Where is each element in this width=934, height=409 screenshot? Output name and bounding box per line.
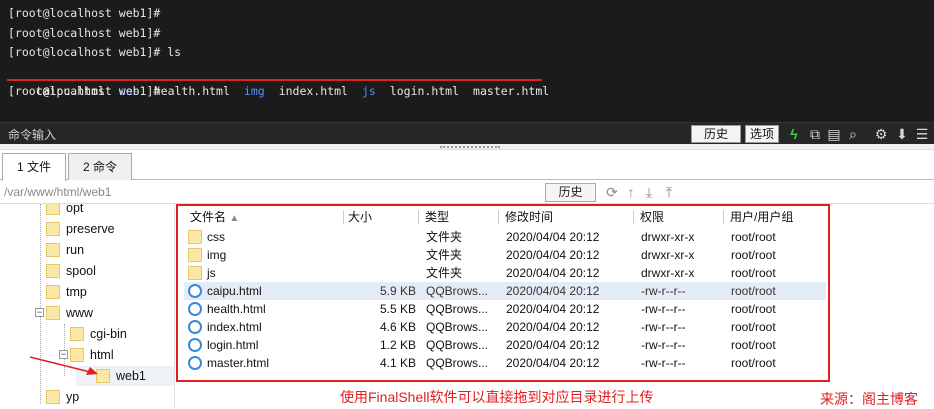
copy-icon[interactable]: ⧉ (806, 125, 824, 143)
tree-item-label: tmp (66, 285, 87, 299)
folder-icon (46, 390, 60, 404)
annotation-caption: 使用FinalShell软件可以直接拖到对应目录进行上传 (340, 389, 654, 405)
splitter-grip[interactable] (440, 144, 500, 148)
annotation-arrow (29, 356, 98, 375)
terminal-line: [root@localhost web1]# (8, 6, 161, 20)
tree-item-label: run (66, 243, 85, 257)
up-arrow-icon[interactable]: ↑ (622, 183, 640, 201)
terminal-line: [root@localhost web1]# ls (8, 45, 182, 59)
tree-item-label: cgi-bin (90, 327, 127, 341)
download-icon[interactable]: ⬇ (893, 125, 911, 143)
folder-icon (46, 285, 60, 299)
tree-item-cgi-bin[interactable]: cgi-bin (70, 324, 127, 344)
tree-item-spool[interactable]: spool (46, 261, 96, 281)
annotation-underline (7, 79, 542, 81)
tree-item-tmp[interactable]: tmp (46, 282, 87, 302)
terminal-output[interactable]: [root@localhost web1]# [root@localhost w… (0, 0, 934, 122)
collapse-toggle[interactable]: − (35, 308, 44, 317)
tree-item-label: spool (66, 264, 96, 278)
download-icon[interactable]: ⤓ (640, 183, 658, 201)
path-history-button[interactable]: 历史 (545, 183, 596, 202)
folder-icon (70, 327, 84, 341)
tree-item-www[interactable]: www (46, 303, 93, 323)
tree-item-label: web1 (116, 369, 146, 383)
ls-item: health.html (153, 84, 230, 98)
paste-icon[interactable]: ▤ (825, 125, 843, 143)
annotation-highlight-box (176, 204, 830, 382)
tree-item-label: opt (66, 204, 84, 215)
refresh-icon[interactable]: ⟳ (603, 183, 621, 201)
upload-icon[interactable]: ⤒ (660, 183, 678, 201)
terminal-line: [root@localhost web1]# (8, 25, 161, 40)
folder-icon (46, 264, 60, 278)
menu-icon[interactable]: ☰ (913, 125, 931, 143)
ls-item: login.html (389, 84, 460, 98)
ls-item: master.html (473, 84, 550, 98)
ls-item: js (361, 84, 376, 98)
gear-icon[interactable]: ⚙ (872, 125, 890, 143)
tab-commands[interactable]: 2 命令 (68, 153, 132, 180)
folder-icon (46, 243, 60, 257)
tree-item-label: yp (66, 390, 80, 404)
source-credit: 来源：阁主博客 (820, 391, 918, 407)
command-history-button[interactable]: 历史 (691, 125, 741, 143)
tab-bar: 1 文件 2 命令 (0, 151, 934, 181)
command-options-button[interactable]: 选项 (745, 125, 779, 143)
ls-item: img (243, 84, 265, 98)
path-bar: /var/www/html/web1 历史 ⟳ ↑ ⤓ ⤒ (0, 181, 934, 204)
tab-files[interactable]: 1 文件 (2, 153, 66, 181)
tree-item-label: www (66, 306, 94, 320)
folder-icon (46, 204, 60, 215)
tree-item-preserve[interactable]: preserve (46, 219, 115, 239)
current-path: /var/www/html/web1 (4, 185, 112, 199)
panel-splitter[interactable] (0, 144, 934, 150)
bolt-icon[interactable]: ϟ (785, 125, 803, 143)
path-input[interactable]: /var/www/html/web1 (0, 181, 540, 204)
ls-item: index.html (278, 84, 348, 98)
folder-icon (46, 306, 60, 320)
tree-item-yp[interactable]: yp (46, 387, 79, 407)
tree-item-opt[interactable]: opt (46, 204, 83, 218)
search-icon[interactable]: ⌕ (844, 125, 862, 143)
command-input-label[interactable]: 命令输入 (8, 126, 56, 143)
folder-icon (46, 222, 60, 236)
command-bar: 命令输入 历史 选项 ϟ ⧉ ▤ ⌕ ⚙ ⬇ ☰ (0, 122, 934, 144)
tree-item-run[interactable]: run (46, 240, 84, 260)
tree-item-label: preserve (66, 222, 115, 236)
